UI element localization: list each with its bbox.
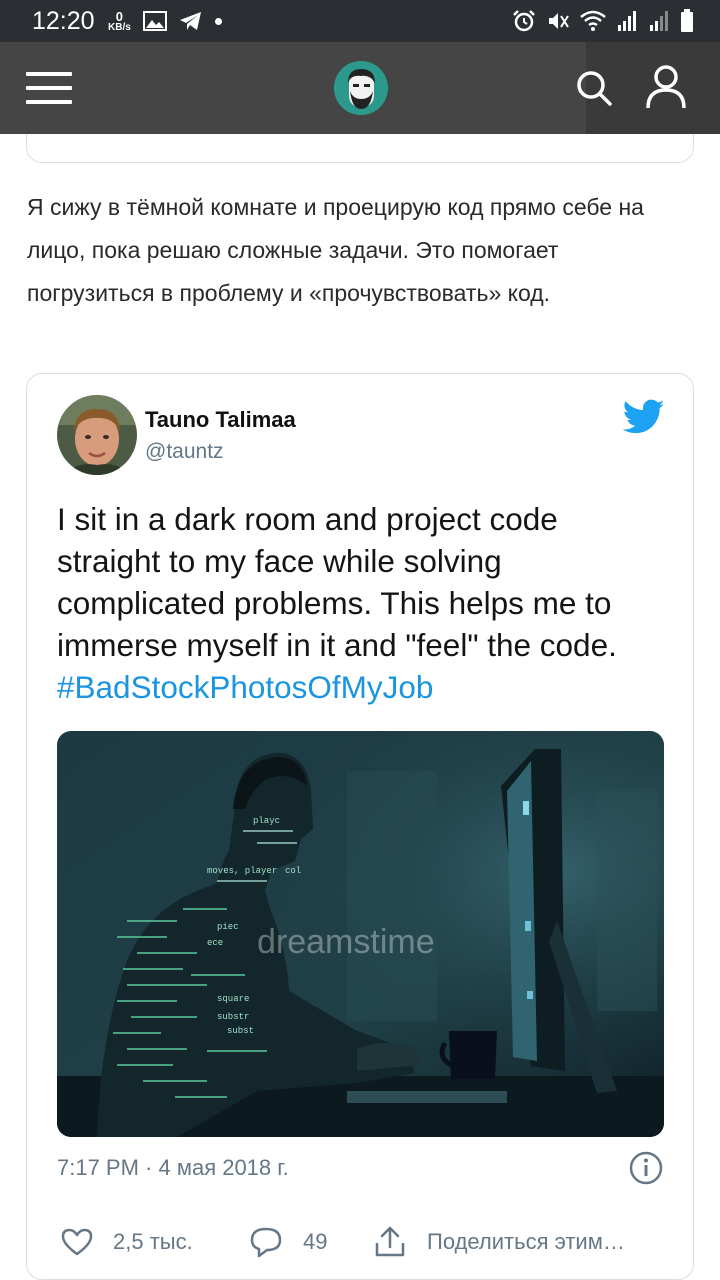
bearded-face-logo <box>334 61 388 115</box>
tweet-text: I sit in a dark room and project code st… <box>57 498 663 708</box>
stock-photo-illustration: playc moves, player col piec ece square … <box>57 731 664 1137</box>
hamburger-icon <box>26 72 72 76</box>
info-icon <box>629 1151 663 1185</box>
reply-count: 49 <box>303 1229 328 1254</box>
mute-icon <box>549 13 569 29</box>
network-speed: 0 KB/s <box>108 10 131 33</box>
reply-icon <box>250 1227 282 1258</box>
alarm-icon <box>513 10 535 32</box>
network-speed-unit: KB/s <box>108 22 131 33</box>
photo-code-snippet: ece <box>207 938 223 948</box>
tweet-actions: 2,5 тыс. 49 Поделиться этим… <box>61 1222 671 1262</box>
more-notifications-dot <box>214 17 222 25</box>
search-icon <box>577 71 612 106</box>
reply-button[interactable]: 49 <box>249 1222 327 1262</box>
photo-code-snippet: moves, player <box>207 866 277 876</box>
share-label: Поделиться этим… <box>427 1229 625 1254</box>
embedded-tweet[interactable]: Tauno Talimaa @tauntz I sit in a dark ro… <box>26 373 694 1280</box>
telegram-notification-icon <box>179 12 201 30</box>
site-logo[interactable] <box>334 61 388 115</box>
menu-button[interactable] <box>26 72 72 104</box>
author-name[interactable]: Tauno Talimaa <box>145 407 296 433</box>
share-icon <box>375 1226 405 1257</box>
hashtag-link[interactable]: #BadStockPhotosOfMyJob <box>57 669 433 705</box>
search-button[interactable] <box>574 68 614 108</box>
gallery-notification-icon <box>142 11 167 31</box>
user-icon <box>646 65 686 109</box>
tweet-body: I sit in a dark room and project code st… <box>57 501 617 663</box>
photo-code-snippet: piec <box>217 922 239 932</box>
signal-sim2-icon <box>650 11 668 31</box>
article-paragraph: Я сижу в тёмной комнате и проецирую код … <box>27 194 644 306</box>
photo-code-snippet: subst <box>227 1026 254 1036</box>
status-left-icons: 0 KB/s <box>108 8 222 34</box>
twitter-bird-icon <box>622 399 665 434</box>
photo-code-snippet: col <box>285 866 301 876</box>
user-account-button[interactable] <box>644 64 688 110</box>
photo-code-snippet: substr <box>217 1012 249 1022</box>
status-time: 12:20 <box>32 7 95 35</box>
photo-watermark: dreamstime <box>257 923 435 961</box>
photo-code-snippet: playc <box>253 816 280 826</box>
tweet-timestamp[interactable]: 7:17 PM · 4 мая 2018 г. <box>57 1155 289 1181</box>
heart-icon <box>61 1228 93 1256</box>
wifi-icon <box>580 10 606 31</box>
status-right-icons <box>512 8 694 34</box>
battery-icon <box>681 9 693 32</box>
photo-code-snippet: square <box>217 994 249 1004</box>
avatar[interactable] <box>57 395 137 475</box>
author-handle[interactable]: @tauntz <box>145 440 224 464</box>
share-button[interactable]: Поделиться этим… <box>373 1222 625 1262</box>
like-button[interactable]: 2,5 тыс. <box>61 1222 193 1262</box>
author-photo <box>57 395 137 475</box>
signal-sim1-icon <box>618 11 636 31</box>
tweet-photo[interactable]: playc moves, player col piec ece square … <box>57 731 664 1137</box>
info-button[interactable] <box>629 1151 663 1185</box>
twitter-logo-link[interactable] <box>622 399 665 435</box>
app-header <box>0 42 720 134</box>
status-bar: 12:20 0 KB/s <box>0 0 720 42</box>
like-count: 2,5 тыс. <box>113 1229 193 1254</box>
